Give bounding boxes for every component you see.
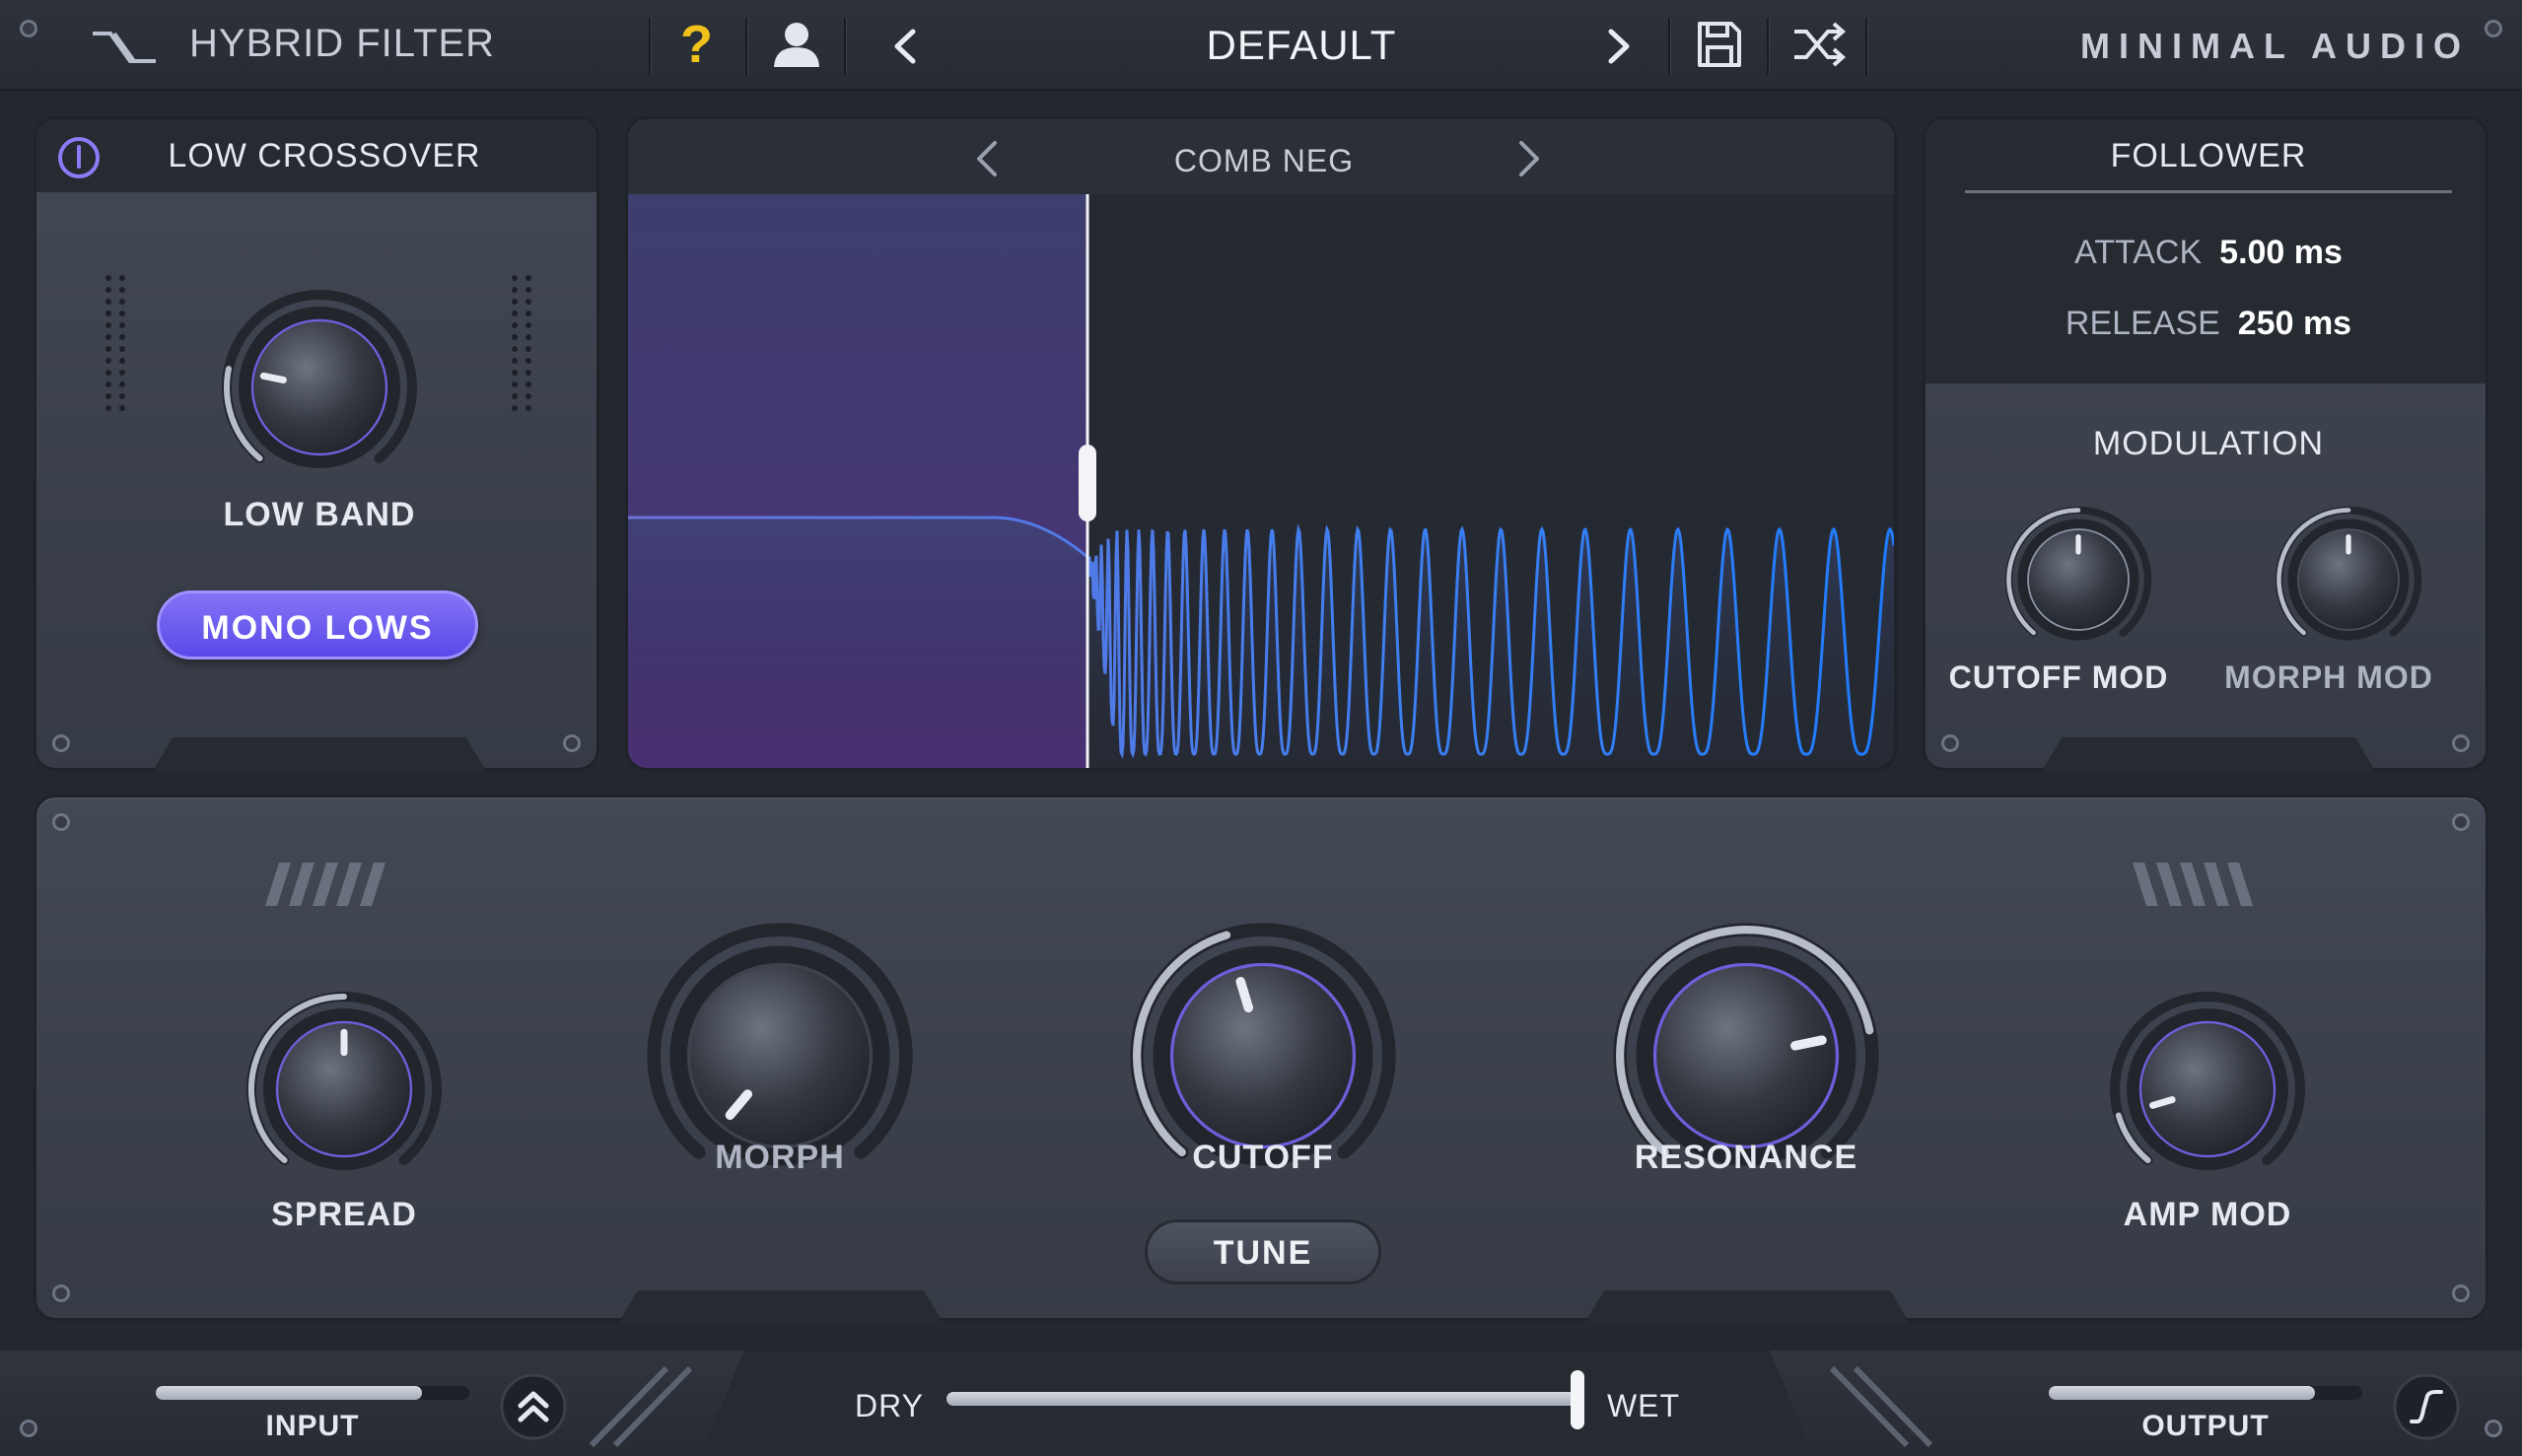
wet-label: WET [1606, 1388, 1681, 1423]
output-label: OUTPUT [2141, 1410, 2270, 1442]
follower-title: FOLLOWER [2110, 137, 2307, 174]
knob-pointer [1790, 1035, 1827, 1051]
spread-knob[interactable] [245, 991, 443, 1188]
filter-response-graph[interactable] [628, 194, 1894, 768]
preset-name[interactable]: DEFAULT [1065, 22, 1538, 69]
low-band-label: LOW BAND [223, 496, 416, 533]
mono-lows-button[interactable]: MONO LOWS [157, 590, 478, 659]
release-label: RELEASE [2065, 305, 2220, 342]
morph-label: MORPH [715, 1139, 845, 1176]
panel-tab [1584, 1290, 1910, 1324]
divider [844, 18, 847, 75]
knob-body [1169, 962, 1357, 1149]
screw [563, 734, 581, 752]
output-slider[interactable] [2049, 1386, 2362, 1400]
speaker-grille [105, 275, 129, 411]
divider [1865, 18, 1868, 75]
slash-decoration [589, 1365, 693, 1448]
shuffle-icon[interactable] [1792, 22, 1848, 67]
low-crossover-panel: LOW CROSSOVER LOW BAND MONO LOWS [34, 116, 599, 771]
dry-wet-slider-fill [946, 1392, 1577, 1406]
panel-tab [2042, 737, 2375, 771]
low-band-knob[interactable] [221, 289, 418, 486]
divider [1767, 18, 1770, 75]
spread-label: SPREAD [271, 1196, 417, 1233]
screw [2452, 813, 2470, 831]
amp-mod-knob[interactable] [2109, 991, 2306, 1188]
low-crossover-title: LOW CROSSOVER [168, 137, 481, 174]
divider [745, 18, 748, 75]
logo-icon [93, 32, 156, 63]
brand-logo: MINIMAL AUDIO [2080, 26, 2470, 66]
morph-mod-knob[interactable] [2275, 506, 2422, 654]
input-slider[interactable] [156, 1386, 469, 1400]
screw [2485, 20, 2502, 37]
expand-up-icon[interactable] [499, 1372, 568, 1441]
crossover-handle[interactable] [1079, 445, 1096, 521]
speaker-grille [512, 275, 535, 411]
attack-value[interactable]: 5.00 ms [2219, 234, 2343, 271]
dry-wet-slider[interactable] [946, 1392, 1577, 1406]
tune-button[interactable]: TUNE [1145, 1219, 1381, 1284]
follower-panel: FOLLOWER ATTACK 5.00 ms RELEASE 250 ms MOD… [1923, 116, 2488, 771]
input-label: INPUT [265, 1410, 360, 1442]
attack-label: ATTACK [2074, 234, 2203, 271]
screw [52, 1284, 70, 1302]
cutoff-mod-label: CUTOFF MOD [1948, 659, 2169, 695]
save-icon[interactable] [1696, 20, 1743, 69]
main-controls-panel: SPREAD MORPH CUTOFF RESONANCE AMP MOD TU… [34, 795, 2488, 1324]
modulation-title: MODULATION [2092, 425, 2325, 462]
screw [52, 734, 70, 752]
attack-row: ATTACK 5.00 ms [1926, 234, 2491, 272]
chevron-right-icon[interactable] [1605, 28, 1633, 65]
release-value[interactable]: 250 ms [2238, 305, 2351, 342]
screw [2485, 1420, 2502, 1437]
screw [20, 1420, 37, 1437]
divider [649, 18, 652, 75]
filter-curve-fill [628, 518, 1894, 768]
filter-type-name: COMB NEG [1173, 143, 1355, 178]
release-row: RELEASE 250 ms [1926, 305, 2491, 343]
panel-tab [618, 1290, 944, 1324]
cutoff-label: CUTOFF [1192, 1139, 1334, 1176]
screw [52, 813, 70, 831]
plugin-name: HYBRID FILTER [189, 22, 496, 65]
dry-label: DRY [855, 1388, 924, 1423]
input-slider-fill [156, 1386, 423, 1400]
help-icon[interactable]: ? [680, 14, 713, 75]
screw [2452, 734, 2470, 752]
screw [1941, 734, 1959, 752]
chevron-right-icon[interactable] [1515, 139, 1543, 178]
filter-display: COMB NEG [625, 116, 1897, 771]
output-slider-fill [2049, 1386, 2316, 1400]
screw [20, 20, 37, 37]
divider [1965, 190, 2452, 193]
knob-pointer [259, 372, 287, 383]
screw [2452, 1284, 2470, 1302]
cutoff-mod-knob[interactable] [2004, 506, 2152, 654]
bottom-bar: INPUT DRY WET OUTPUT [0, 1351, 2522, 1456]
divider [1668, 18, 1671, 75]
clipper-curve-icon[interactable] [2392, 1372, 2461, 1441]
chevron-left-icon[interactable] [891, 28, 919, 65]
stripes-decoration [265, 863, 385, 906]
top-bar: HYBRID FILTER ? DEFAULT MINIMAL AUDIO [0, 0, 2522, 91]
knob-body [2138, 1020, 2277, 1158]
resonance-label: RESONANCE [1634, 1139, 1858, 1176]
knob-body [686, 962, 874, 1149]
knob-body [250, 318, 388, 456]
knob-body [1652, 962, 1840, 1149]
slash-decoration [1829, 1365, 1933, 1448]
panel-tab [153, 737, 486, 771]
dry-wet-slider-handle[interactable] [1571, 1370, 1584, 1429]
user-icon[interactable] [771, 20, 822, 69]
amp-mod-label: AMP MOD [2123, 1196, 2292, 1233]
stripes-decoration [2133, 863, 2253, 906]
morph-mod-label: MORPH MOD [2224, 659, 2433, 695]
